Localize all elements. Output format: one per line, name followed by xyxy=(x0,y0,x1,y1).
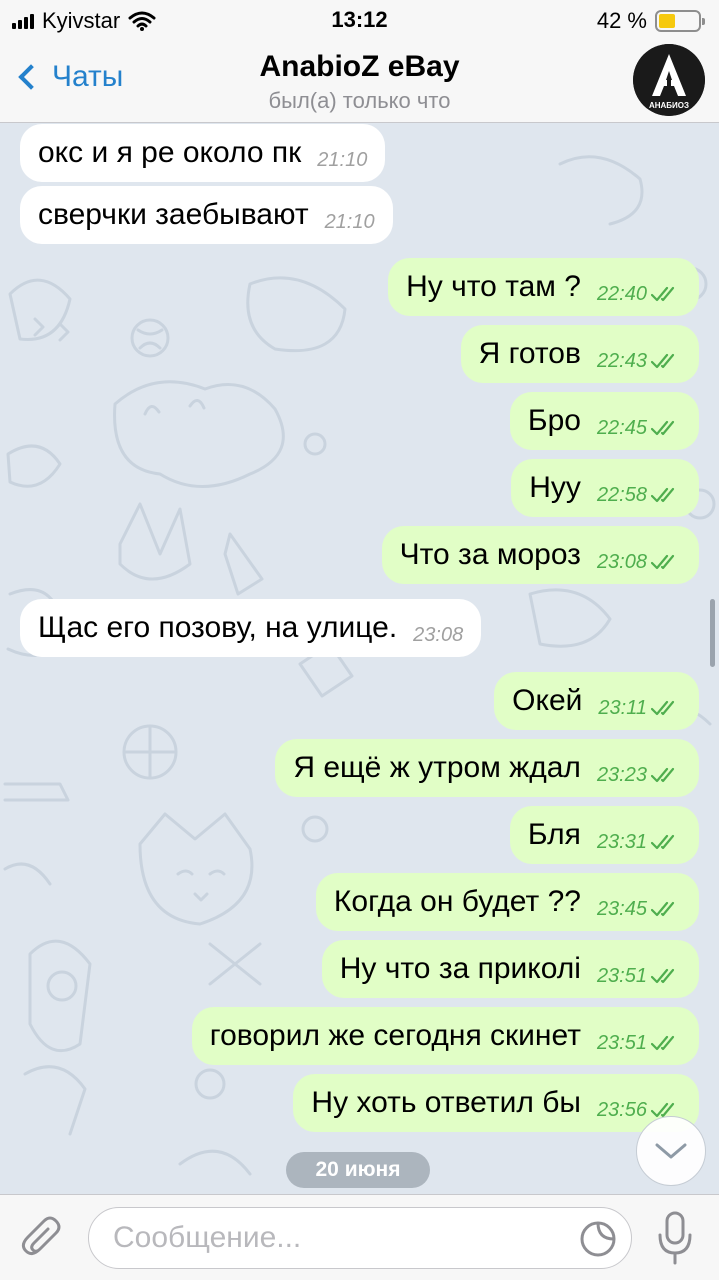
outgoing-message[interactable]: Бро 22:45 xyxy=(509,392,699,450)
outgoing-message[interactable]: Что за мороз 23:08 xyxy=(381,526,699,584)
date-divider: 20 июня xyxy=(286,1152,430,1188)
message-text: Бля xyxy=(527,818,581,851)
outgoing-message[interactable]: Ну что за приколі 23:51 xyxy=(321,940,699,998)
message-time: 23:23 xyxy=(596,763,647,786)
outgoing-message[interactable]: Ну что там ? 22:40 xyxy=(388,258,699,316)
read-receipt-icon xyxy=(651,486,681,504)
message-time: 22:58 xyxy=(596,483,647,506)
message-list[interactable]: окс и я ре около пк 21:10 сверчки заебываю… xyxy=(0,124,719,1194)
message-text: сверчки заебывают xyxy=(38,198,309,231)
status-bar: Kyivstar 13:12 42 % xyxy=(0,0,719,40)
read-receipt-icon xyxy=(651,419,681,437)
message-text: Бро xyxy=(527,404,581,437)
sticker-icon[interactable] xyxy=(579,1220,617,1258)
read-receipt-icon xyxy=(651,833,681,851)
outgoing-message[interactable]: Окей 23:11 xyxy=(494,672,699,730)
message-time: 23:51 xyxy=(596,964,647,987)
outgoing-message[interactable]: Я ещё ж утром ждал 23:23 xyxy=(275,739,699,797)
battery-icon xyxy=(655,10,705,32)
scroll-to-bottom-button[interactable] xyxy=(636,1116,706,1186)
chat-area[interactable]: окс и я ре около пк 21:10 сверчки заебываю… xyxy=(0,124,719,1194)
outgoing-message[interactable]: Ну хоть ответил бы 23:56 xyxy=(293,1074,699,1132)
avatar-logo: АНАБИОЗ xyxy=(633,44,705,116)
microphone-icon[interactable] xyxy=(652,1209,698,1267)
message-text: Когда он будет ?? xyxy=(333,885,581,918)
message-time: 22:45 xyxy=(596,416,647,439)
message-time: 23:11 xyxy=(598,696,647,719)
read-receipt-icon xyxy=(651,553,681,571)
message-text: говорил же сегодня скинет xyxy=(209,1019,581,1052)
message-text: Ну что там ? xyxy=(406,270,581,303)
battery-percent: 42 % xyxy=(596,8,647,33)
read-receipt-icon xyxy=(651,352,681,370)
avatar[interactable]: АНАБИОЗ xyxy=(633,44,705,116)
message-input-field[interactable] xyxy=(88,1207,632,1269)
outgoing-message[interactable]: Когда он будет ?? 23:45 xyxy=(315,873,699,931)
chevron-down-icon xyxy=(655,1143,687,1159)
composer-bar xyxy=(0,1194,719,1280)
read-receipt-icon xyxy=(651,1034,681,1052)
outgoing-message[interactable]: Я готов 22:43 xyxy=(460,325,699,383)
nav-bar: Чаты AnabioZ eBay был(а) только что АНАБ… xyxy=(0,40,719,123)
paperclip-icon[interactable] xyxy=(20,1215,66,1261)
outgoing-message[interactable]: говорил же сегодня скинет 23:51 xyxy=(191,1007,699,1065)
message-time: 21:10 xyxy=(317,148,368,171)
incoming-message[interactable]: сверчки заебывают 21:10 xyxy=(20,186,393,244)
message-text: Нуу xyxy=(529,471,581,504)
incoming-message[interactable]: Щас его позову, на улице. 23:08 xyxy=(20,599,482,657)
read-receipt-icon xyxy=(651,900,681,918)
message-time: 23:31 xyxy=(596,830,647,853)
battery-level xyxy=(659,14,675,28)
avatar-caption: АНАБИОЗ xyxy=(649,101,689,110)
read-receipt-icon xyxy=(651,699,681,717)
read-receipt-icon xyxy=(651,967,681,985)
read-receipt-icon xyxy=(651,285,681,303)
incoming-message[interactable]: окс и я ре около пк 21:10 xyxy=(20,124,386,182)
message-text: Что за мороз xyxy=(399,538,581,571)
message-time: 23:45 xyxy=(596,897,647,920)
message-time: 22:43 xyxy=(596,349,647,372)
status-right: 42 % xyxy=(596,8,705,34)
message-time: 23:51 xyxy=(596,1031,647,1054)
message-text: Я готов xyxy=(478,337,581,370)
chat-title[interactable]: AnabioZ eBay xyxy=(0,50,719,84)
read-receipt-icon xyxy=(651,766,681,784)
message-time: 23:08 xyxy=(413,623,464,646)
message-time: 22:40 xyxy=(596,282,647,305)
message-time: 21:10 xyxy=(324,210,375,233)
message-text: Ну что за приколі xyxy=(339,952,581,985)
message-text: Ну хоть ответил бы xyxy=(311,1086,581,1119)
message-time: 23:08 xyxy=(596,550,647,573)
message-input[interactable] xyxy=(113,1208,573,1268)
message-text: Я ещё ж утром ждал xyxy=(293,751,581,784)
scrollbar[interactable] xyxy=(710,599,715,667)
last-seen-status: был(а) только что xyxy=(268,88,451,113)
message-time: 23:56 xyxy=(596,1098,647,1121)
message-text: Щас его позову, на улице. xyxy=(38,611,398,644)
outgoing-message[interactable]: Бля 23:31 xyxy=(509,806,699,864)
outgoing-message[interactable]: Нуу 22:58 xyxy=(511,459,699,517)
message-text: Окей xyxy=(512,684,583,717)
message-text: окс и я ре около пк xyxy=(38,136,302,169)
